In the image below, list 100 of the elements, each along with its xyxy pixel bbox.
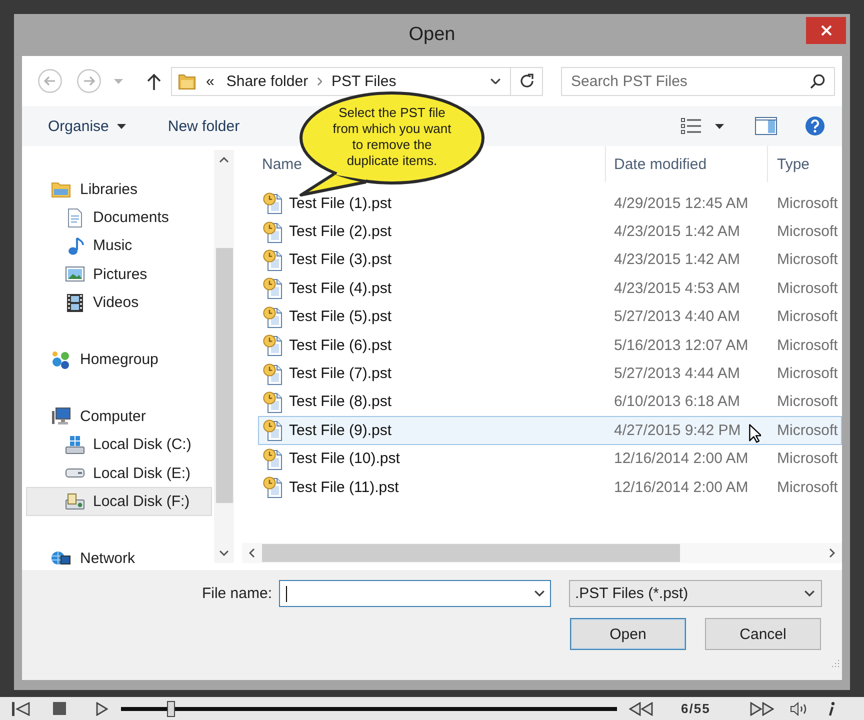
date-modified: 4/23/2015 4:53 AM [613, 280, 740, 297]
file-row[interactable]: Test File (2).pst 4/23/2015 1:42 AM Microsoft [258, 217, 842, 246]
date-modified: 5/27/2013 4:44 AM [613, 365, 740, 382]
fast-forward-icon[interactable] [750, 702, 774, 716]
slide-counter: 6/55 [681, 701, 710, 716]
file-name: Test File (4).pst [289, 280, 392, 297]
file-icon [263, 277, 283, 300]
toolbar-button[interactable]: New folder [168, 118, 240, 134]
breadcrumb-overflow[interactable]: « [206, 72, 214, 90]
file-type-dropdown[interactable]: .PST Files (*.pst) [569, 580, 822, 607]
up-arrow-icon[interactable] [147, 72, 161, 90]
column-header[interactable]: Date modified [614, 156, 707, 172]
chevron-down-icon[interactable] [490, 78, 501, 84]
sidebar-item[interactable]: Local Disk (F:) [26, 487, 212, 516]
sidebar-item[interactable]: Music [26, 232, 212, 260]
chevron-down-icon[interactable] [219, 550, 229, 556]
chevron-left-icon[interactable] [249, 548, 255, 558]
skip-back-icon[interactable] [12, 702, 30, 716]
view-list-icon[interactable] [681, 118, 701, 134]
column-header[interactable]: Name [262, 156, 302, 172]
play-icon[interactable] [96, 702, 108, 716]
file-row[interactable]: Test File (10).pst 12/16/2014 2:00 AM Microsoft [258, 444, 842, 473]
file-icon [263, 362, 283, 385]
sidebar-item[interactable]: Pictures [26, 260, 212, 289]
file-name: Test File (7).pst [289, 365, 392, 382]
file-name: Test File (10).pst [289, 450, 400, 468]
date-modified: 12/16/2014 2:00 AM [613, 478, 748, 496]
file-type: Microsoft [776, 194, 838, 212]
mouse-pointer-icon [749, 424, 761, 443]
scrollbar-thumb[interactable] [262, 544, 680, 562]
sidebar-item[interactable]: Libraries [26, 175, 212, 204]
toolbar-button[interactable]: Organise [48, 118, 126, 134]
caret-down-icon[interactable] [715, 124, 724, 128]
file-icon [263, 192, 283, 214]
sidebar-item[interactable]: Videos [26, 288, 212, 317]
chevron-right-icon [317, 76, 322, 86]
sidebar-item[interactable]: Homegroup [26, 345, 212, 374]
dialog-button[interactable]: Open [570, 618, 686, 650]
preview-pane-icon[interactable] [755, 117, 777, 135]
date-modified: 5/16/2013 12:07 AM [613, 336, 748, 354]
date-modified: 4/29/2015 12:45 AM [613, 194, 748, 212]
date-modified: 6/10/2013 6:18 AM [613, 393, 740, 410]
close-button[interactable] [806, 17, 846, 44]
breadcrumb[interactable]: PST Files [331, 72, 396, 90]
file-type: Microsoft [776, 280, 838, 297]
system-drive-icon [65, 434, 85, 455]
chevron-down-icon [804, 590, 815, 597]
volume-icon[interactable] [790, 702, 808, 716]
file-icon [263, 390, 283, 413]
field-label: File name: [202, 585, 272, 602]
slider-thumb[interactable] [166, 700, 175, 716]
date-modified: 12/16/2014 2:00 AM [613, 450, 748, 468]
file-name: Test File (3).pst [289, 251, 392, 268]
info-icon[interactable] [828, 702, 836, 716]
dialog-button[interactable]: Cancel [705, 618, 821, 650]
chevron-down-icon[interactable] [534, 590, 545, 597]
date-modified: 4/27/2015 9:42 PM [613, 422, 741, 439]
drive-icon [65, 468, 85, 478]
file-row[interactable]: Test File (1).pst 4/29/2015 12:45 AM Microsoft [258, 189, 842, 218]
refresh-button[interactable] [511, 66, 543, 96]
file-row[interactable]: Test File (11).pst 12/16/2014 2:00 AM Microsoft [258, 472, 842, 502]
file-row[interactable]: Test File (3).pst 4/23/2015 1:42 AM Microsoft [258, 246, 842, 274]
sidebar-item[interactable]: Network [26, 544, 212, 570]
file-row[interactable]: Test File (8).pst 6/10/2013 6:18 AM Microsoft [258, 388, 842, 416]
rewind-icon[interactable] [629, 702, 653, 716]
file-row[interactable]: Test File (4).pst 4/23/2015 4:53 AM Microsoft [258, 274, 842, 303]
column-header[interactable]: Type [777, 156, 810, 172]
file-row[interactable]: Test File (9).pst 4/27/2015 9:42 PM Microsoft [258, 416, 842, 445]
resize-grip-icon[interactable] [830, 659, 840, 669]
sidebar-item[interactable]: Local Disk (E:) [26, 458, 212, 488]
file-type: Microsoft [776, 308, 838, 326]
file-row[interactable]: Test File (6).pst 5/16/2013 12:07 AM Microsoft [258, 330, 842, 360]
file-name: Test File (11).pst [289, 478, 399, 496]
window-title: Open [408, 24, 456, 46]
search-field[interactable]: Search PST Files [561, 66, 835, 96]
file-type: Microsoft [776, 478, 838, 496]
file-row[interactable]: Test File (5).pst 5/27/2013 4:40 AM Microsoft [258, 302, 842, 331]
scrollbar-thumb[interactable] [216, 248, 232, 503]
sidebar-item[interactable]: Computer [26, 402, 212, 431]
chevron-right-icon[interactable] [829, 548, 835, 558]
file-row[interactable]: Test File (7).pst 5/27/2013 4:44 AM Microsoft [258, 359, 842, 388]
breadcrumb[interactable]: Share folder [226, 72, 308, 90]
file-type: Microsoft [776, 223, 838, 240]
picture-icon [65, 266, 85, 282]
file-icon [263, 419, 283, 442]
file-name: Test File (2).pst [289, 223, 392, 240]
sidebar-item[interactable]: Documents [26, 203, 212, 232]
refresh-icon [518, 73, 534, 89]
file-name-field[interactable] [279, 580, 551, 607]
file-type: Microsoft [776, 251, 838, 268]
file-type: Microsoft [776, 393, 838, 410]
file-name: Test File (9).pst [289, 422, 392, 439]
file-icon [263, 306, 283, 328]
file-type: Microsoft [776, 365, 838, 382]
help-icon[interactable] [805, 116, 825, 136]
computer-icon [51, 407, 71, 426]
chevron-up-icon[interactable] [219, 157, 229, 163]
network-drive-icon [65, 492, 85, 510]
sidebar-item[interactable]: Local Disk (C:) [26, 430, 212, 459]
file-icon [263, 448, 283, 470]
